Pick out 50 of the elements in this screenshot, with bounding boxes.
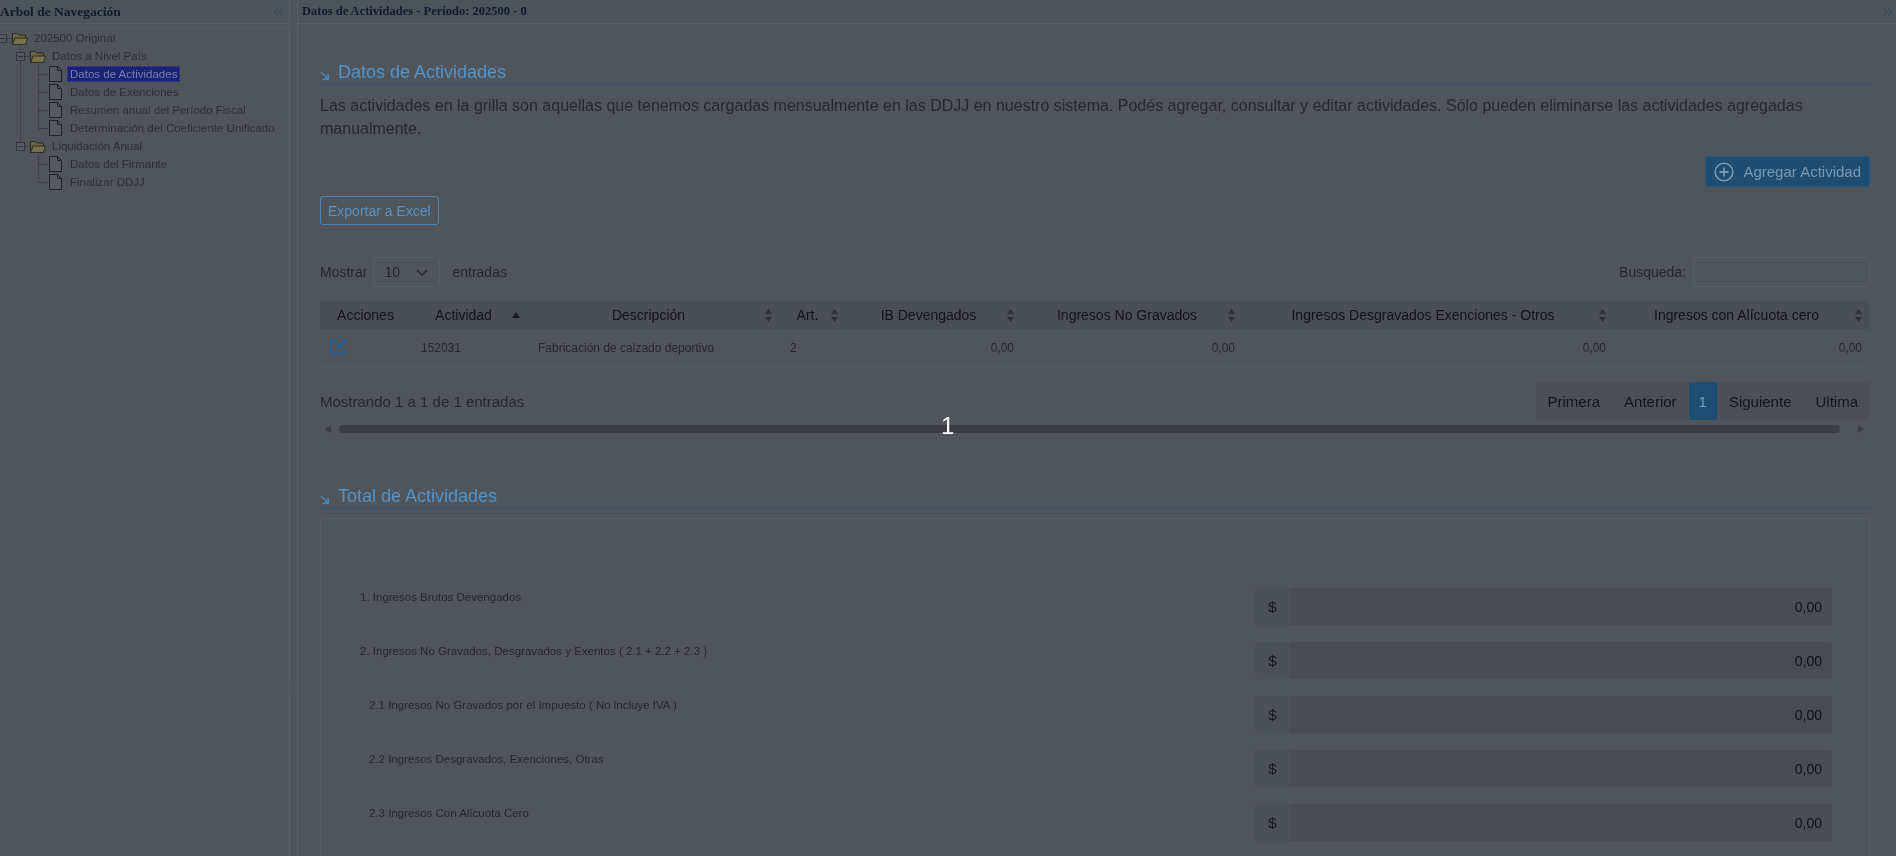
document-icon [49,156,62,172]
section-title: Total de Actividades [338,486,498,507]
plus-circle-icon [1714,161,1735,182]
double-chevron-left-icon[interactable] [274,7,283,16]
page-button[interactable]: Anterior [1612,382,1689,420]
column-header[interactable]: Actividad [411,301,528,329]
currency-addon: $ [1255,696,1290,733]
column-header[interactable]: Descripción [528,301,780,329]
amount-field[interactable]: 0,00 [1290,696,1832,733]
currency-addon: $ [1255,804,1290,841]
page-button[interactable]: Primera [1535,382,1613,420]
section-title: Datos de Actividades [338,62,507,83]
folder-icon [30,139,46,153]
column-header[interactable]: Acciones [320,301,411,329]
arrow-down-right-icon [320,71,329,80]
page-button[interactable]: Ultima [1803,382,1870,420]
double-chevron-right-icon[interactable] [1883,7,1892,16]
folder-icon [12,31,28,45]
column-header[interactable]: IB Devengados [846,301,1022,329]
document-icon [49,120,62,136]
amount-field[interactable]: 0,00 [1290,804,1832,841]
page-button[interactable]: 1 [1688,382,1717,420]
panel-title: Arbol de Navegación [0,3,121,20]
step-number: 1 [941,414,955,438]
document-icon [49,84,62,100]
collapse-icon[interactable] [15,51,25,61]
currency-addon: $ [1255,588,1290,625]
document-icon [49,66,62,82]
page-button[interactable]: Siguiente [1716,382,1804,420]
arrow-down-right-icon [320,495,329,504]
column-header[interactable]: Ingresos Desgravados Exenciones - Otros [1243,301,1614,329]
amount-field[interactable]: 0,00 [1290,642,1832,679]
collapse-icon[interactable] [15,141,25,151]
column-header[interactable]: Ingresos No Gravados [1022,301,1243,329]
document-icon [49,102,62,118]
export-excel-button[interactable]: Exportar a Excel [320,196,439,225]
add-activity-button[interactable]: Agregar Actividad [1705,156,1870,187]
tree-item[interactable]: Datos de Actividades [67,66,181,82]
amount-field[interactable]: 0,00 [1290,750,1832,787]
panel-title: Datos de Actividades - Período: 202500 - 0 [302,4,527,19]
currency-addon: $ [1255,750,1290,787]
folder-icon [30,49,46,63]
collapse-icon[interactable] [0,33,7,43]
column-header[interactable]: Art. [780,301,846,329]
chevron-down-icon [416,268,429,276]
column-header[interactable]: Ingresos con Alícuota cero [1614,301,1870,329]
currency-addon: $ [1255,642,1290,679]
edit-icon[interactable] [329,337,348,355]
document-icon [49,174,62,190]
amount-field[interactable]: 0,00 [1290,588,1832,625]
